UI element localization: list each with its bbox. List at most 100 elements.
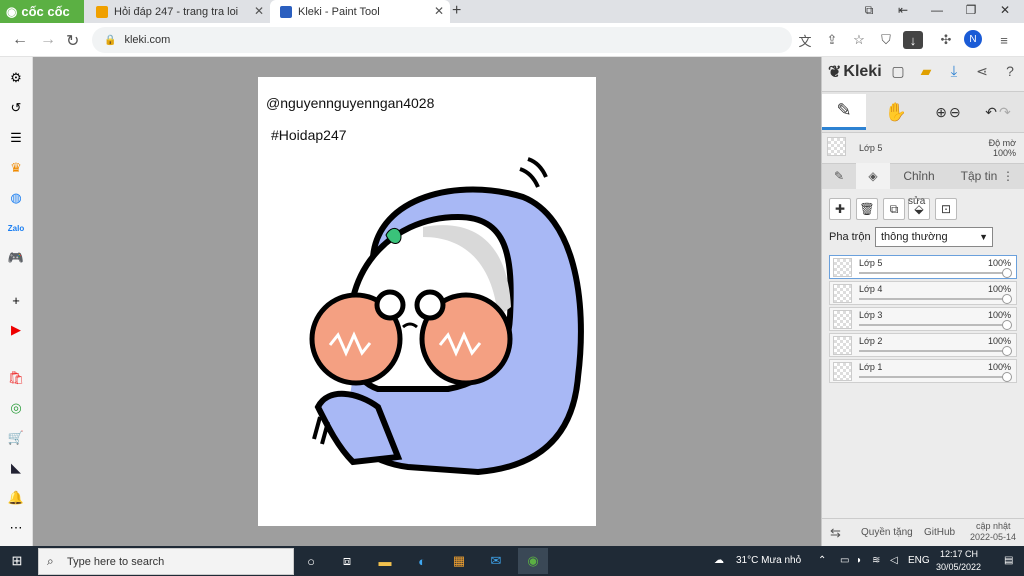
bookmark-star-icon[interactable]: ☆: [849, 31, 869, 49]
reload-icon[interactable]: ↻: [66, 31, 79, 51]
notification-bell-icon[interactable]: 🔔: [7, 489, 25, 507]
opacity-knob[interactable]: [1002, 372, 1012, 382]
hand-icon: ✋: [884, 101, 908, 122]
zoom-tool[interactable]: ⊕ ⊖: [926, 94, 970, 130]
notification-icon[interactable]: ▤: [1004, 555, 1013, 566]
undo-redo-tool[interactable]: ↶ ↷: [976, 94, 1020, 130]
opacity-slider[interactable]: [859, 298, 1008, 300]
blend-mode-select[interactable]: thông thường ▼: [875, 227, 993, 247]
network-icon[interactable]: ◗: [856, 555, 862, 566]
privacy-link[interactable]: Quyền tặng: [861, 527, 913, 538]
edge-icon[interactable]: ◐: [411, 551, 433, 571]
clock-date[interactable]: 30/05/2022: [936, 562, 981, 572]
opacity-slider[interactable]: [859, 350, 1008, 352]
add-icon[interactable]: +: [7, 291, 25, 309]
kleki-favicon-icon: [280, 5, 292, 18]
weather-text[interactable]: 31°C Mưa nhỏ: [736, 555, 801, 566]
tab-adjust[interactable]: Chỉnh: [890, 163, 948, 189]
coccoc-taskbar-icon[interactable]: ◉: [518, 548, 548, 574]
current-layer-name: Lớp 5: [859, 143, 883, 153]
tab-hoidap[interactable]: Hỏi đáp 247 - trang tra loi ✕: [86, 0, 270, 23]
extensions-icon[interactable]: ✣: [936, 31, 956, 49]
settings-icon[interactable]: ⚙: [7, 69, 25, 87]
clock-time[interactable]: 12:17 CH: [940, 549, 978, 559]
tab-brush[interactable]: ✎: [822, 163, 856, 189]
layer-item[interactable]: Lớp 3 100%: [829, 307, 1017, 331]
notes-icon[interactable]: ☰: [7, 129, 25, 147]
zalo-icon[interactable]: Zalo: [7, 219, 25, 237]
github-link[interactable]: GitHub: [924, 527, 955, 538]
layer-item[interactable]: Lớp 5 100%: [829, 255, 1017, 279]
game-icon[interactable]: 🎮: [7, 249, 25, 267]
more-icon[interactable]: ⋯: [7, 519, 25, 537]
shop-icon[interactable]: 🛒: [7, 429, 25, 447]
store-icon[interactable]: ▦: [448, 551, 470, 571]
brush-tool[interactable]: ✎: [822, 94, 866, 130]
tab-search-icon[interactable]: ⧉: [854, 3, 884, 18]
close-icon[interactable]: ✕: [434, 4, 444, 18]
drawing-canvas[interactable]: @nguyennguyenngan4028 #Hoidap247: [258, 77, 596, 526]
layer-item[interactable]: Lớp 4 100%: [829, 281, 1017, 305]
menu-icon[interactable]: ≡: [994, 31, 1014, 49]
new-file-icon[interactable]: ▢: [888, 62, 908, 80]
maximize-button[interactable]: ❐: [956, 3, 986, 17]
delete-layer-button[interactable]: 🗑: [856, 198, 878, 220]
layer-item[interactable]: Lớp 1 100%: [829, 359, 1017, 383]
file-explorer-icon[interactable]: ▬: [374, 551, 396, 571]
hand-tool[interactable]: ✋: [874, 94, 918, 130]
layer-item[interactable]: Lớp 2 100%: [829, 333, 1017, 357]
help-icon[interactable]: ?: [1000, 62, 1020, 80]
translate-icon[interactable]: 文: [795, 31, 815, 49]
mail-icon[interactable]: ✉: [485, 551, 507, 571]
tab-layers[interactable]: ◈: [856, 163, 890, 189]
minimize-button[interactable]: —: [922, 3, 952, 17]
shield-icon[interactable]: ⛉: [876, 31, 896, 49]
kleki-logo-text: Kleki: [843, 63, 882, 80]
app-icon[interactable]: ◣: [7, 459, 25, 477]
tab-kleki[interactable]: Kleki - Paint Tool ✕: [270, 0, 450, 23]
address-bar[interactable]: 🔒 kleki.com: [92, 27, 792, 53]
language-indicator[interactable]: ENG: [908, 555, 930, 566]
share-icon[interactable]: ⋖: [972, 62, 992, 80]
share-icon[interactable]: ⇪: [822, 31, 842, 49]
opacity-knob[interactable]: [1002, 268, 1012, 278]
more-options-icon[interactable]: ⋮: [1000, 163, 1016, 189]
windows-start-icon[interactable]: ⊞: [6, 551, 28, 571]
opacity-slider[interactable]: [859, 376, 1008, 378]
shopping-icon[interactable]: 🛍: [7, 369, 25, 387]
save-download-icon[interactable]: ⤓: [944, 62, 964, 80]
layer-thumbnail: [833, 310, 852, 329]
opacity-knob[interactable]: [1002, 346, 1012, 356]
task-view-icon[interactable]: ⧈: [336, 551, 358, 571]
download-icon[interactable]: ↓: [903, 31, 923, 49]
back-icon[interactable]: ←: [12, 31, 28, 49]
opacity-knob[interactable]: [1002, 294, 1012, 304]
duplicate-layer-button[interactable]: ⧉: [883, 198, 905, 220]
forward-icon[interactable]: →: [40, 31, 56, 49]
opacity-knob[interactable]: [1002, 320, 1012, 330]
messenger-icon[interactable]: ◍: [7, 189, 25, 207]
add-layer-button[interactable]: ✚: [829, 198, 851, 220]
open-folder-icon[interactable]: ▰: [916, 62, 936, 80]
wifi-icon[interactable]: ≋: [872, 555, 880, 566]
close-window-button[interactable]: ✕: [990, 3, 1020, 17]
tray-chevron-icon[interactable]: ⌃: [818, 555, 826, 566]
volume-icon[interactable]: ◁: [890, 555, 898, 566]
rename-layer-button[interactable]: ⊡: [935, 198, 957, 220]
taskbar-search[interactable]: ⌕ Type here to search: [38, 548, 294, 575]
close-icon[interactable]: ✕: [254, 4, 264, 18]
swap-icon[interactable]: ⇆: [830, 525, 841, 541]
cortana-icon[interactable]: ○: [300, 551, 322, 571]
youtube-icon[interactable]: ▶: [7, 321, 25, 339]
maps-icon[interactable]: ◎: [7, 399, 25, 417]
opacity-slider[interactable]: [859, 324, 1008, 326]
restore-icon[interactable]: ⇤: [888, 3, 918, 17]
history-icon[interactable]: ↺: [7, 99, 25, 117]
battery-icon[interactable]: ▭: [840, 555, 849, 566]
browser-logo[interactable]: ◉ cốc cốc: [0, 0, 84, 23]
opacity-slider[interactable]: [859, 272, 1008, 274]
update-date: 2022-05-14: [970, 532, 1017, 542]
crown-icon[interactable]: ♛: [7, 159, 25, 177]
avatar[interactable]: N: [964, 30, 982, 48]
new-tab-button[interactable]: +: [452, 2, 461, 20]
